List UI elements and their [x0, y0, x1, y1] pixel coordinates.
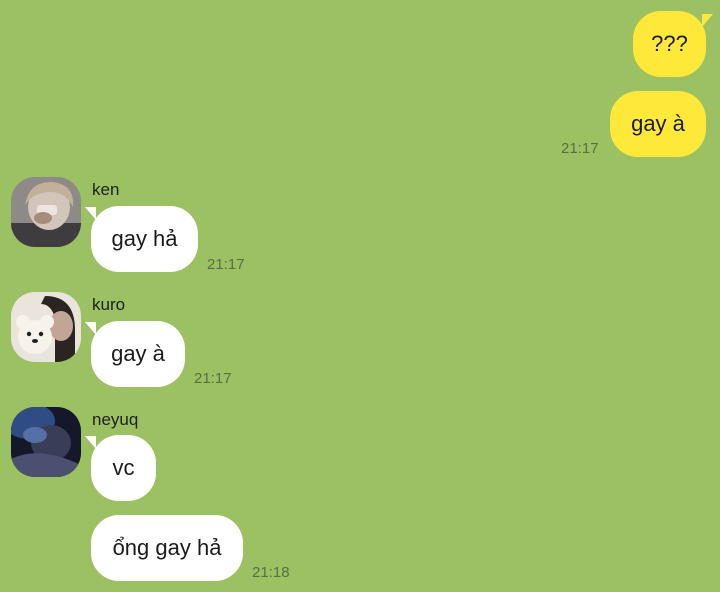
- message-text: vc: [112, 455, 135, 480]
- message-timestamp: 21:18: [252, 564, 290, 581]
- bubble-tail: [85, 207, 96, 220]
- bubble-tail: [85, 436, 96, 449]
- message-timestamp: 21:17: [194, 370, 232, 387]
- bubble-tail: [85, 322, 96, 335]
- message-text: ???: [651, 31, 688, 56]
- incoming-message-bubble[interactable]: gay à: [91, 321, 185, 387]
- user-photo-icon: [11, 177, 81, 247]
- message-text: gay à: [111, 341, 165, 366]
- sender-name: ken: [92, 180, 120, 199]
- sender-name: neyuq: [92, 410, 139, 429]
- incoming-message-bubble[interactable]: vc: [91, 435, 156, 501]
- avatar[interactable]: [11, 407, 81, 477]
- incoming-message-bubble[interactable]: gay hả: [91, 206, 198, 272]
- outgoing-message-bubble[interactable]: ???: [633, 11, 706, 77]
- message-text: gay à: [631, 111, 685, 136]
- message-timestamp: 21:17: [207, 256, 245, 273]
- avatar[interactable]: [11, 177, 81, 247]
- user-photo-dark-icon: [11, 407, 81, 477]
- message-timestamp: 21:17: [561, 140, 599, 157]
- sender-name: kuro: [92, 295, 126, 314]
- avatar[interactable]: [11, 292, 81, 362]
- bubble-tail: [702, 14, 713, 27]
- message-text: ổng gay hả: [112, 535, 222, 560]
- message-text: gay hả: [111, 226, 178, 251]
- user-photo-teddy-bear-icon: [11, 292, 81, 362]
- incoming-message-bubble[interactable]: ổng gay hả: [91, 515, 243, 581]
- outgoing-message-bubble[interactable]: gay à: [610, 91, 706, 157]
